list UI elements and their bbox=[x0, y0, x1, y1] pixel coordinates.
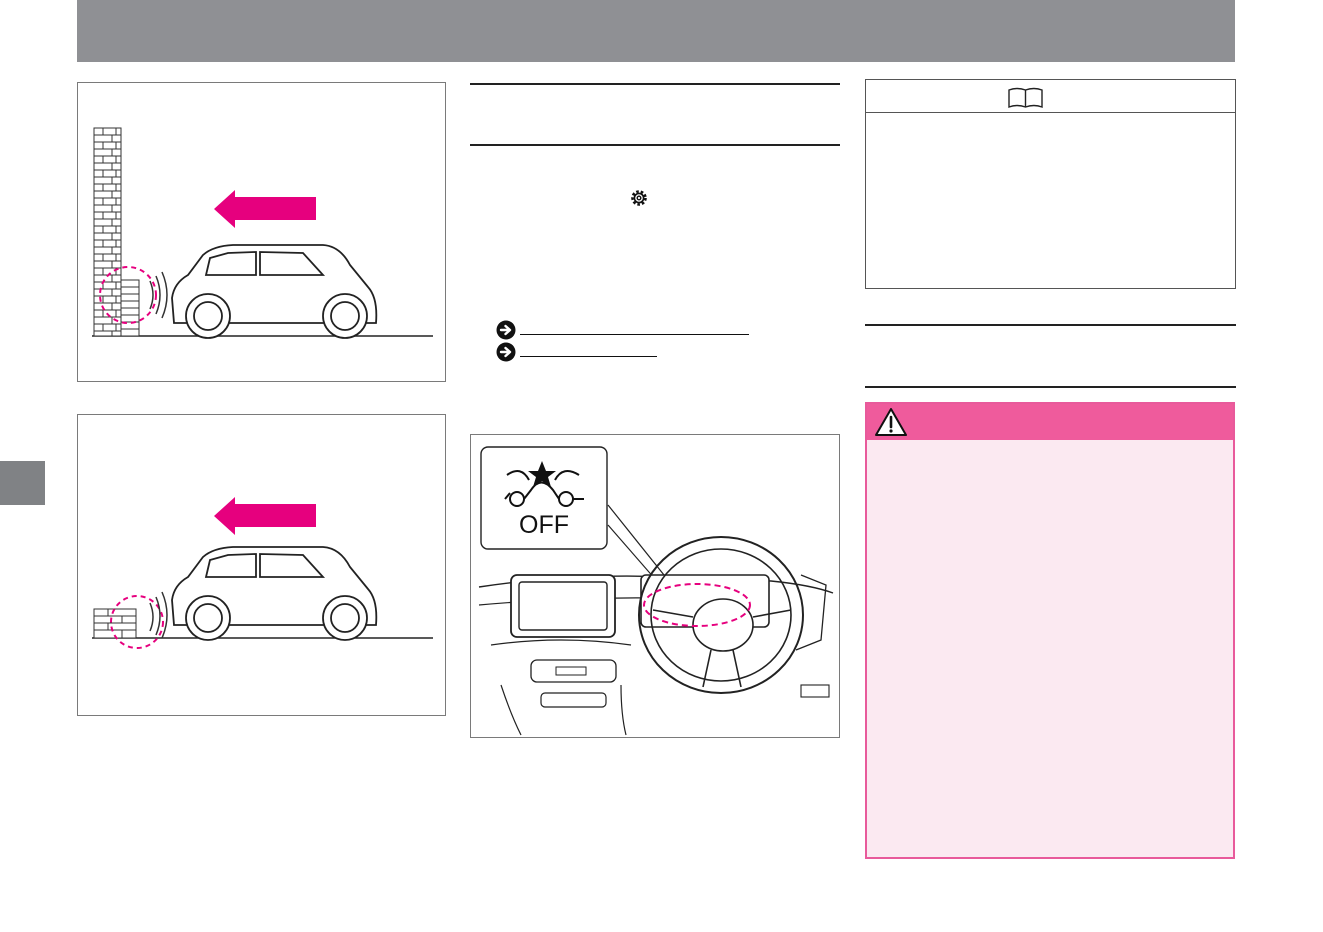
reference-link-1[interactable] bbox=[496, 320, 749, 340]
link-underline bbox=[520, 333, 749, 335]
direction-arrow-icon bbox=[214, 497, 316, 535]
direction-arrow-icon bbox=[214, 190, 316, 228]
dashboard-illustration: OFF bbox=[478, 446, 834, 736]
page-header-bar bbox=[77, 0, 1235, 62]
warning-triangle-icon bbox=[874, 407, 908, 437]
car-silhouette bbox=[171, 546, 378, 641]
link-underline bbox=[520, 355, 657, 357]
warning-box-header bbox=[867, 404, 1233, 440]
subsection-top-rule bbox=[865, 324, 1236, 326]
low-brick-block bbox=[93, 608, 137, 639]
gear-icon[interactable] bbox=[629, 188, 649, 208]
figure-wall-obstacle bbox=[77, 82, 446, 382]
figure-low-obstacle bbox=[77, 414, 446, 716]
figure-dashboard-indicator: OFF bbox=[470, 434, 840, 738]
indicator-off-label: OFF bbox=[519, 511, 569, 539]
chapter-side-tab[interactable] bbox=[0, 461, 45, 505]
section-bottom-rule bbox=[470, 144, 840, 146]
warning-box bbox=[865, 402, 1235, 859]
low-obstacle-illustration bbox=[92, 497, 433, 649]
subsection-bottom-rule bbox=[865, 386, 1236, 388]
arrow-right-circle-icon bbox=[496, 342, 516, 362]
note-box-header bbox=[866, 80, 1235, 113]
car-silhouette bbox=[171, 244, 378, 339]
section-top-rule bbox=[470, 83, 840, 85]
brick-wall bbox=[93, 127, 140, 337]
wall-obstacle-illustration bbox=[92, 127, 433, 339]
book-icon bbox=[1007, 87, 1044, 109]
reference-link-2[interactable] bbox=[496, 342, 657, 362]
arrow-right-circle-icon bbox=[496, 320, 516, 340]
note-box bbox=[865, 79, 1236, 289]
